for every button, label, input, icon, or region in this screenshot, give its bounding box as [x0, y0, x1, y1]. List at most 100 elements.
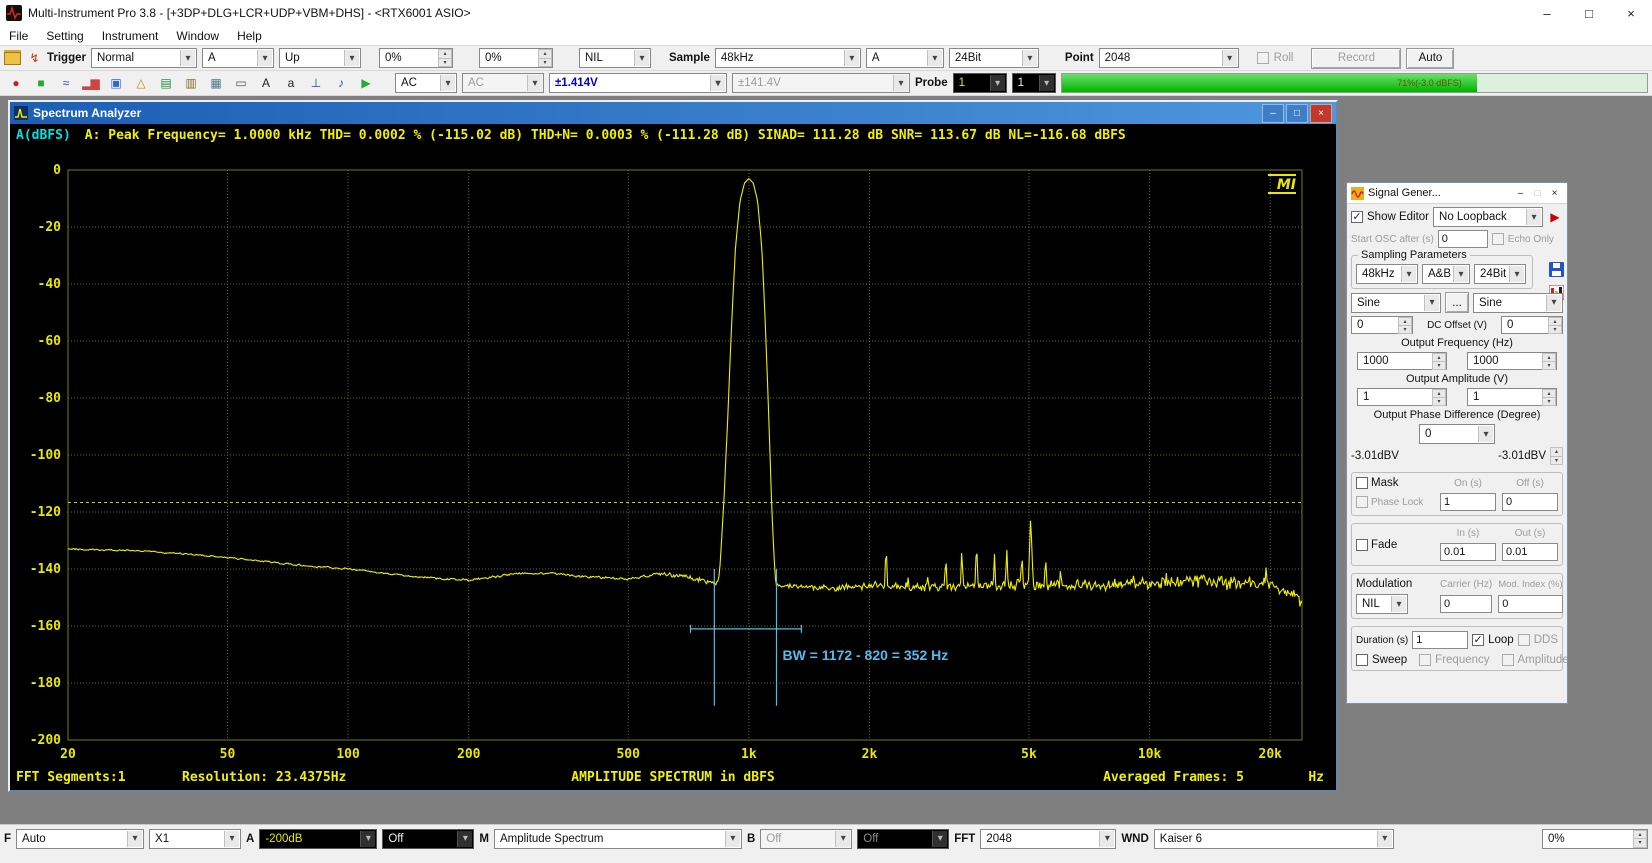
modulation-group: Modulation Carrier (Hz) Mod. Index (%) N… [1351, 573, 1563, 619]
oscilloscope-icon[interactable]: ≈ [54, 73, 77, 94]
bit-depth-select[interactable]: 24Bit [949, 48, 1039, 68]
run-stop-icon[interactable]: ■ [29, 73, 52, 94]
auto-button[interactable]: Auto [1406, 48, 1454, 69]
close-icon[interactable]: × [1546, 186, 1563, 201]
mask-on-input[interactable]: 1 [1440, 493, 1496, 511]
spinner-arrows-icon[interactable] [1550, 447, 1563, 465]
spinner-arrows-icon[interactable] [438, 49, 452, 67]
start-osc-input[interactable]: 0 [1438, 230, 1488, 248]
play-icon[interactable]: ▶ [354, 73, 377, 94]
waveform-more-button[interactable]: ... [1445, 292, 1469, 313]
open-file-icon[interactable] [4, 52, 21, 65]
menu-instrument[interactable]: Instrument [93, 29, 168, 43]
spinner-arrows-icon[interactable] [1633, 830, 1647, 848]
derived-data-logger-icon[interactable]: ▦ [204, 73, 227, 94]
amplitude-a-spinner[interactable]: 1 [1357, 388, 1447, 406]
spinner-arrows-icon[interactable] [1542, 389, 1556, 405]
hpf-select[interactable]: NIL [579, 48, 651, 68]
menu-file[interactable]: File [0, 29, 37, 43]
duration-input[interactable]: 1 [1412, 631, 1468, 649]
spinner-arrows-icon[interactable] [1542, 353, 1556, 369]
mask-off-input[interactable]: 0 [1502, 493, 1558, 511]
spectrum-mode-select[interactable]: Amplitude Spectrum [494, 829, 742, 849]
loopback-select[interactable]: No Loopback [1433, 207, 1543, 227]
dc-offset-b-spinner[interactable]: 0 [1501, 316, 1563, 334]
phase-difference-select[interactable]: 0 [1419, 424, 1495, 444]
record-icon[interactable]: ● [4, 73, 27, 94]
spinner-arrows-icon[interactable] [1432, 353, 1446, 369]
maximize-icon[interactable]: □ [1568, 0, 1610, 26]
signal-generator-titlebar[interactable]: Signal Gener... – □ × [1347, 183, 1567, 204]
waveform-a-select[interactable]: Sine [1351, 293, 1441, 313]
sampling-parameters-group: Sampling Parameters 48kHz A&B 24Bit [1351, 255, 1533, 289]
ddp-viewer-icon[interactable]: ▥ [179, 73, 202, 94]
trigger-level-spinner[interactable]: 0% [379, 48, 453, 68]
spinner-arrows-icon[interactable] [1398, 317, 1412, 333]
speaker-icon[interactable]: ♪ [329, 73, 352, 94]
print-icon[interactable]: ▭ [229, 73, 252, 94]
save-icon[interactable] [1549, 262, 1564, 277]
font-decrease-icon[interactable]: a [279, 73, 302, 94]
minimize-icon[interactable]: – [1512, 186, 1529, 201]
minimize-icon[interactable]: – [1262, 104, 1284, 123]
frequency-b-spinner[interactable]: 1000 [1467, 352, 1557, 370]
amplitude-b-spinner[interactable]: 1 [1467, 388, 1557, 406]
record-points-select[interactable]: 2048 [1099, 48, 1239, 68]
window-function-select[interactable]: Kaiser 6 [1154, 829, 1394, 849]
a-mode-select[interactable]: Off [382, 829, 474, 849]
signal-generator-window: Signal Gener... – □ × Show Editor No Loo… [1346, 182, 1568, 704]
font-increase-icon[interactable]: A [254, 73, 277, 94]
menu-window[interactable]: Window [167, 29, 228, 43]
close-icon[interactable]: × [1310, 104, 1332, 123]
menu-help[interactable]: Help [228, 29, 271, 43]
fade-in-input[interactable]: 0.01 [1440, 543, 1496, 561]
fft-size-select[interactable]: 2048 [980, 829, 1116, 849]
loop-checkbox[interactable] [1472, 634, 1484, 646]
frequency-a-spinner[interactable]: 1000 [1357, 352, 1447, 370]
overlap-spinner[interactable]: 0% [1542, 829, 1648, 849]
fade-out-input[interactable]: 0.01 [1502, 543, 1558, 561]
mod-index-input[interactable]: 0 [1498, 595, 1562, 613]
spinner-arrows-icon[interactable] [538, 49, 552, 67]
show-editor-checkbox[interactable] [1351, 211, 1363, 223]
dc-offset-a-spinner[interactable]: 0 [1351, 316, 1413, 334]
trigger-source-select[interactable]: A [202, 48, 274, 68]
spectrum-analyzer-icon[interactable]: ▂▆ [79, 73, 102, 94]
fade-checkbox[interactable] [1356, 539, 1368, 551]
probe-b-select[interactable]: 1 [1012, 73, 1056, 93]
modulation-type-select[interactable]: NIL [1356, 594, 1408, 614]
spinner-arrows-icon[interactable] [1432, 389, 1446, 405]
waveform-b-select[interactable]: Sine [1473, 293, 1563, 313]
range-a-select[interactable]: ±1.414V [549, 73, 727, 93]
coupling-a-select[interactable]: AC [395, 73, 457, 93]
a-range-select[interactable]: -200dB [259, 829, 377, 849]
svg-text:-160: -160 [30, 619, 61, 634]
menu-setting[interactable]: Setting [37, 29, 92, 43]
spectrum-analyzer-titlebar[interactable]: Spectrum Analyzer – □ × [10, 102, 1336, 124]
data-logger-icon[interactable]: ▤ [154, 73, 177, 94]
spectrum-3d-plot-icon[interactable]: △ [129, 73, 152, 94]
minimize-icon[interactable]: – [1526, 0, 1568, 26]
mask-checkbox[interactable] [1356, 477, 1368, 489]
generator-bits-select[interactable]: 24Bit [1474, 264, 1526, 284]
trigger-edge-select[interactable]: Up [279, 48, 361, 68]
sample-channel-select[interactable]: A [866, 48, 944, 68]
restore-icon[interactable]: □ [1286, 104, 1308, 123]
trigger-mode-select[interactable]: Normal [91, 48, 197, 68]
plot-area[interactable]: 20501002005001k2k5k10k20k0-20-40-60-80-1… [10, 146, 1336, 790]
sweep-checkbox[interactable] [1356, 654, 1368, 666]
probe-a-select[interactable]: 1 [953, 73, 1007, 93]
sample-rate-select[interactable]: 48kHz [715, 48, 861, 68]
generator-channels-select[interactable]: A&B [1422, 264, 1470, 284]
spinner-arrows-icon[interactable] [1548, 317, 1562, 333]
generator-run-button[interactable] [1547, 209, 1563, 225]
zoom-select[interactable]: X1 [149, 829, 241, 849]
frequency-axis-select[interactable]: Auto [16, 829, 144, 849]
axis-label-icon[interactable]: ⊥ [304, 73, 327, 94]
trigger-delay-spinner[interactable]: 0% [479, 48, 553, 68]
generator-sample-rate-select[interactable]: 48kHz [1356, 264, 1418, 284]
spectrum-plot[interactable]: 20501002005001k2k5k10k20k0-20-40-60-80-1… [10, 146, 1336, 768]
close-icon[interactable]: × [1610, 0, 1652, 26]
carrier-input[interactable]: 0 [1440, 595, 1492, 613]
multimeter-icon[interactable]: ▣ [104, 73, 127, 94]
